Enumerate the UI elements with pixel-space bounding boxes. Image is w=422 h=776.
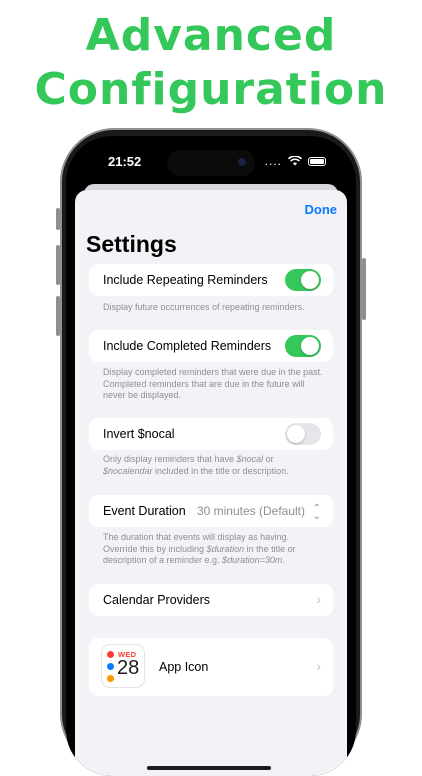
phone-volume-down-button [56, 296, 60, 336]
app-icon-row[interactable]: WED 28 App Icon › [89, 638, 333, 696]
calendar-providers-label: Calendar Providers [103, 593, 210, 607]
done-button[interactable]: Done [305, 202, 338, 217]
repeating-reminders-label: Include Repeating Reminders [103, 273, 268, 287]
toggle-knob [287, 425, 305, 443]
completed-reminders-footnote: Display completed reminders that were du… [103, 367, 323, 400]
home-indicator [147, 766, 271, 770]
orange-dot-icon [107, 675, 114, 682]
phone-action-button [56, 208, 60, 230]
chevron-right-icon: › [316, 658, 321, 674]
invert-nocal-label: Invert $nocal [103, 427, 175, 441]
toggle-knob [301, 337, 319, 355]
camera-icon [238, 158, 246, 166]
invert-nocal-footnote: Only display reminders that have $nocal … [103, 454, 289, 476]
toggle-knob [301, 271, 319, 289]
phone-side-button [362, 258, 366, 320]
completed-reminders-label: Include Completed Reminders [103, 339, 272, 353]
wifi-icon [288, 156, 302, 166]
headline-line-1: Advanced [85, 10, 337, 61]
battery-icon [308, 156, 326, 166]
event-duration-label: Event Duration [103, 504, 186, 518]
invert-nocal-row: Invert $nocal [89, 418, 333, 450]
app-icon-label: App Icon [159, 660, 209, 674]
app-icon-preview: WED 28 [101, 644, 145, 688]
event-duration-row[interactable]: Event Duration 30 minutes (Default) ⌃ ⌄ [89, 495, 333, 527]
settings-sheet: Done Settings Include Repeating Reminder… [75, 190, 347, 776]
completed-reminders-toggle[interactable] [285, 335, 321, 357]
completed-reminders-row: Include Completed Reminders [89, 330, 333, 362]
calendar-providers-row[interactable]: Calendar Providers › [89, 584, 333, 616]
blue-dot-icon [107, 663, 114, 670]
headline-line-2: Configuration [34, 64, 388, 115]
event-duration-value: 30 minutes (Default) [196, 504, 305, 518]
phone-screen: 21:52 .... Done Settings Include Repeati… [66, 136, 356, 776]
repeating-reminders-toggle[interactable] [285, 269, 321, 291]
repeating-reminders-row: Include Repeating Reminders [89, 264, 333, 296]
chevron-right-icon: › [316, 591, 321, 607]
phone-volume-up-button [56, 245, 60, 285]
signal-icon: .... [264, 154, 282, 168]
status-icons: .... [265, 154, 326, 168]
event-duration-footnote: The duration that events will display as… [103, 532, 296, 565]
red-dot-icon [107, 651, 114, 658]
status-time: 21:52 [108, 154, 142, 169]
chevron-up-down-icon: ⌃ ⌄ [312, 503, 321, 522]
invert-nocal-toggle[interactable] [285, 423, 321, 445]
page-title: Settings [86, 231, 177, 257]
repeating-reminders-footnote: Display future occurrences of repeating … [103, 302, 305, 312]
app-icon-day: 28 [117, 657, 140, 679]
